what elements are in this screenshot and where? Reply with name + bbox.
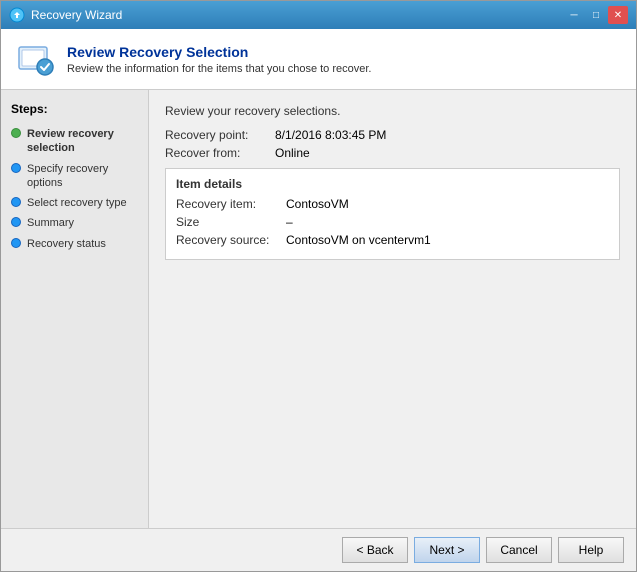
recovery-point-label: Recovery point: — [165, 128, 275, 142]
title-bar: Recovery Wizard ─ □ ✕ — [1, 1, 636, 29]
recovery-source-value: ContosoVM on vcentervm1 — [286, 233, 431, 247]
steps-title: Steps: — [1, 102, 148, 124]
back-button[interactable]: < Back — [342, 537, 408, 563]
maximize-button[interactable]: □ — [586, 6, 606, 24]
help-button[interactable]: Help — [558, 537, 624, 563]
title-bar-controls: ─ □ ✕ — [564, 6, 628, 24]
step-specify-recovery-options: Specify recovery options — [1, 159, 148, 194]
step-dot-blue-4 — [11, 238, 21, 248]
app-icon — [9, 7, 25, 23]
recovery-item-row: Recovery item: ContosoVM — [176, 197, 609, 211]
size-value: – — [286, 215, 293, 229]
recover-from-row: Recover from: Online — [165, 146, 620, 160]
main-panel: Review your recovery selections. Recover… — [149, 90, 636, 528]
step-dot-blue-2 — [11, 197, 21, 207]
step-label-review: Review recovery selection — [27, 127, 138, 156]
recover-from-label: Recover from: — [165, 146, 275, 160]
review-intro: Review your recovery selections. — [165, 104, 620, 118]
recovery-point-value: 8/1/2016 8:03:45 PM — [275, 128, 386, 142]
step-summary: Summary — [1, 213, 148, 233]
header-title: Review Recovery Selection — [67, 44, 371, 60]
step-label-summary: Summary — [27, 216, 74, 230]
recovery-point-row: Recovery point: 8/1/2016 8:03:45 PM — [165, 128, 620, 142]
window-title: Recovery Wizard — [31, 8, 122, 22]
item-details-box: Item details Recovery item: ContosoVM Si… — [165, 168, 620, 260]
step-label-specify: Specify recovery options — [27, 162, 138, 191]
step-label-status: Recovery status — [27, 237, 106, 251]
next-button[interactable]: Next > — [414, 537, 480, 563]
size-row: Size – — [176, 215, 609, 229]
recovery-item-label: Recovery item: — [176, 197, 286, 211]
item-details-title: Item details — [176, 177, 609, 191]
content-area: Steps: Review recovery selection Specify… — [1, 90, 636, 528]
recovery-wizard-window: Recovery Wizard ─ □ ✕ Review Recovery Se… — [0, 0, 637, 572]
step-select-recovery-type: Select recovery type — [1, 193, 148, 213]
close-button[interactable]: ✕ — [608, 6, 628, 24]
step-dot-green — [11, 128, 21, 138]
recovery-source-row: Recovery source: ContosoVM on vcentervm1 — [176, 233, 609, 247]
header-section: Review Recovery Selection Review the inf… — [1, 29, 636, 90]
recovery-source-label: Recovery source: — [176, 233, 286, 247]
size-label: Size — [176, 215, 286, 229]
recovery-item-value: ContosoVM — [286, 197, 349, 211]
step-review-recovery-selection: Review recovery selection — [1, 124, 148, 159]
step-dot-blue-1 — [11, 163, 21, 173]
title-bar-left: Recovery Wizard — [9, 7, 122, 23]
step-label-select: Select recovery type — [27, 196, 127, 210]
minimize-button[interactable]: ─ — [564, 6, 584, 24]
header-icon — [15, 39, 55, 79]
header-text: Review Recovery Selection Review the inf… — [67, 44, 371, 75]
step-recovery-status: Recovery status — [1, 234, 148, 254]
footer: < Back Next > Cancel Help — [1, 528, 636, 571]
step-dot-blue-3 — [11, 217, 21, 227]
recover-from-value: Online — [275, 146, 310, 160]
cancel-button[interactable]: Cancel — [486, 537, 552, 563]
header-subtitle: Review the information for the items tha… — [67, 63, 371, 75]
steps-panel: Steps: Review recovery selection Specify… — [1, 90, 149, 528]
